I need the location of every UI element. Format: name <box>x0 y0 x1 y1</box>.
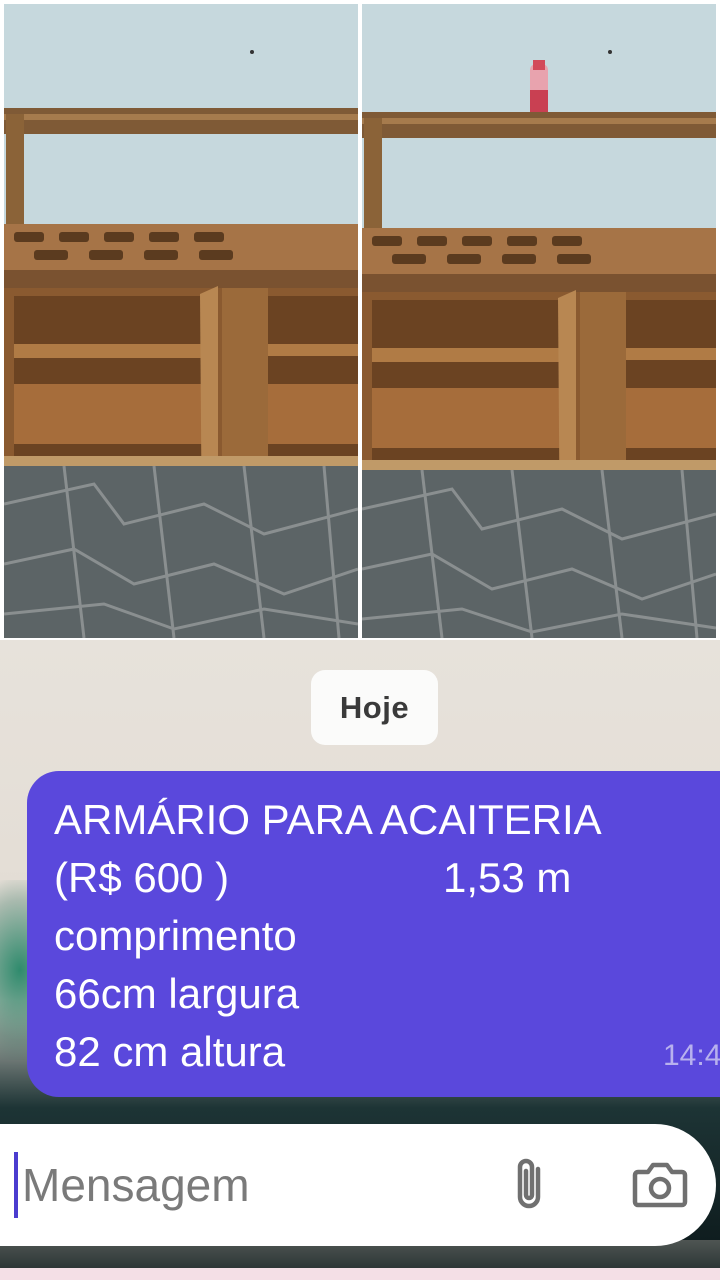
date-separator: Hoje <box>311 670 438 745</box>
message-line-2-price: (R$ 600 ) <box>54 854 230 901</box>
message-line-1: ARMÁRIO PARA ACAITERIA <box>54 796 602 843</box>
message-composer[interactable]: Mensagem <box>0 1124 716 1246</box>
date-label: Hoje <box>339 689 410 725</box>
message-line-4: 66cm largura <box>54 970 300 1017</box>
message-line-2-length: 1,53 m <box>443 854 572 901</box>
shared-photos <box>0 0 720 640</box>
bottom-strip <box>0 1268 720 1280</box>
message-line-5: 82 cm altura <box>54 1028 286 1075</box>
camera-icon[interactable] <box>628 1152 692 1216</box>
cabinet-photo-2[interactable] <box>362 4 716 638</box>
chat-area: Hoje ARMÁRIO PARA ACAITERIA (R$ 600 ) 1,… <box>0 640 720 1280</box>
message-time: 14:4 <box>663 1039 720 1072</box>
cabinet-photo-1[interactable] <box>4 4 358 638</box>
cabinet-photo-1-image <box>4 4 358 638</box>
paperclip-icon[interactable] <box>498 1152 562 1216</box>
message-line-3: comprimento <box>54 912 297 959</box>
text-caret <box>14 1152 18 1218</box>
message-bubble[interactable]: ARMÁRIO PARA ACAITERIA (R$ 600 ) 1,53 m … <box>27 771 720 1097</box>
cabinet-photo-2-image <box>362 4 716 638</box>
message-input[interactable]: Mensagem <box>22 1154 250 1216</box>
